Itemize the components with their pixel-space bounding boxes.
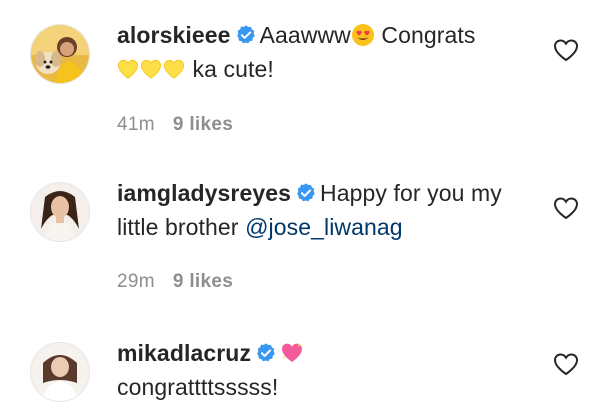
comment-likes[interactable]: 9 likes <box>173 271 233 292</box>
comment-text: congrattttsssss! <box>117 374 279 400</box>
yellow-heart-emoji <box>117 59 139 79</box>
comment-text: Aaawww <box>259 22 351 48</box>
comment-time[interactable]: 29m <box>117 271 155 292</box>
verified-badge-icon <box>297 183 315 202</box>
comment-body: alorskieee Aaawww Congrats ka cute! <box>117 18 542 86</box>
heart-outline-icon[interactable] <box>553 38 579 62</box>
avatar[interactable] <box>30 182 90 242</box>
avatar[interactable] <box>30 342 90 402</box>
avatar[interactable] <box>30 24 90 84</box>
comments-list: alorskieee Aaawww Congrats ka cute! 41m 9 … <box>0 0 600 411</box>
mention-link[interactable]: @jose_liwanag <box>245 214 403 240</box>
comment-username[interactable]: alorskieee <box>117 22 231 48</box>
yellow-heart-emoji <box>163 59 185 79</box>
comment-time[interactable]: 41m <box>117 114 155 135</box>
comment-username[interactable]: mikadlacruz <box>117 340 251 366</box>
comment-likes[interactable]: 9 likes <box>173 114 233 135</box>
comment-text: ka cute! <box>186 56 274 82</box>
heart-eyes-emoji <box>351 24 374 46</box>
heart-outline-icon[interactable] <box>553 352 579 376</box>
verified-badge-icon <box>257 343 275 362</box>
comment-body: iamgladysreyes Happy for you my little br… <box>117 176 542 244</box>
yellow-heart-emoji <box>140 59 162 79</box>
comment-meta: 29m 9 likes <box>117 271 233 293</box>
comment-body: mikadlacruz congrattttsssss! <box>117 336 542 404</box>
sparkling-heart-emoji <box>282 343 303 362</box>
comment-meta: 41m 9 likes <box>117 114 233 136</box>
comment-text: Congrats <box>374 22 476 48</box>
comment-username[interactable]: iamgladysreyes <box>117 180 291 206</box>
heart-outline-icon[interactable] <box>553 196 579 220</box>
verified-badge-icon <box>236 25 255 44</box>
